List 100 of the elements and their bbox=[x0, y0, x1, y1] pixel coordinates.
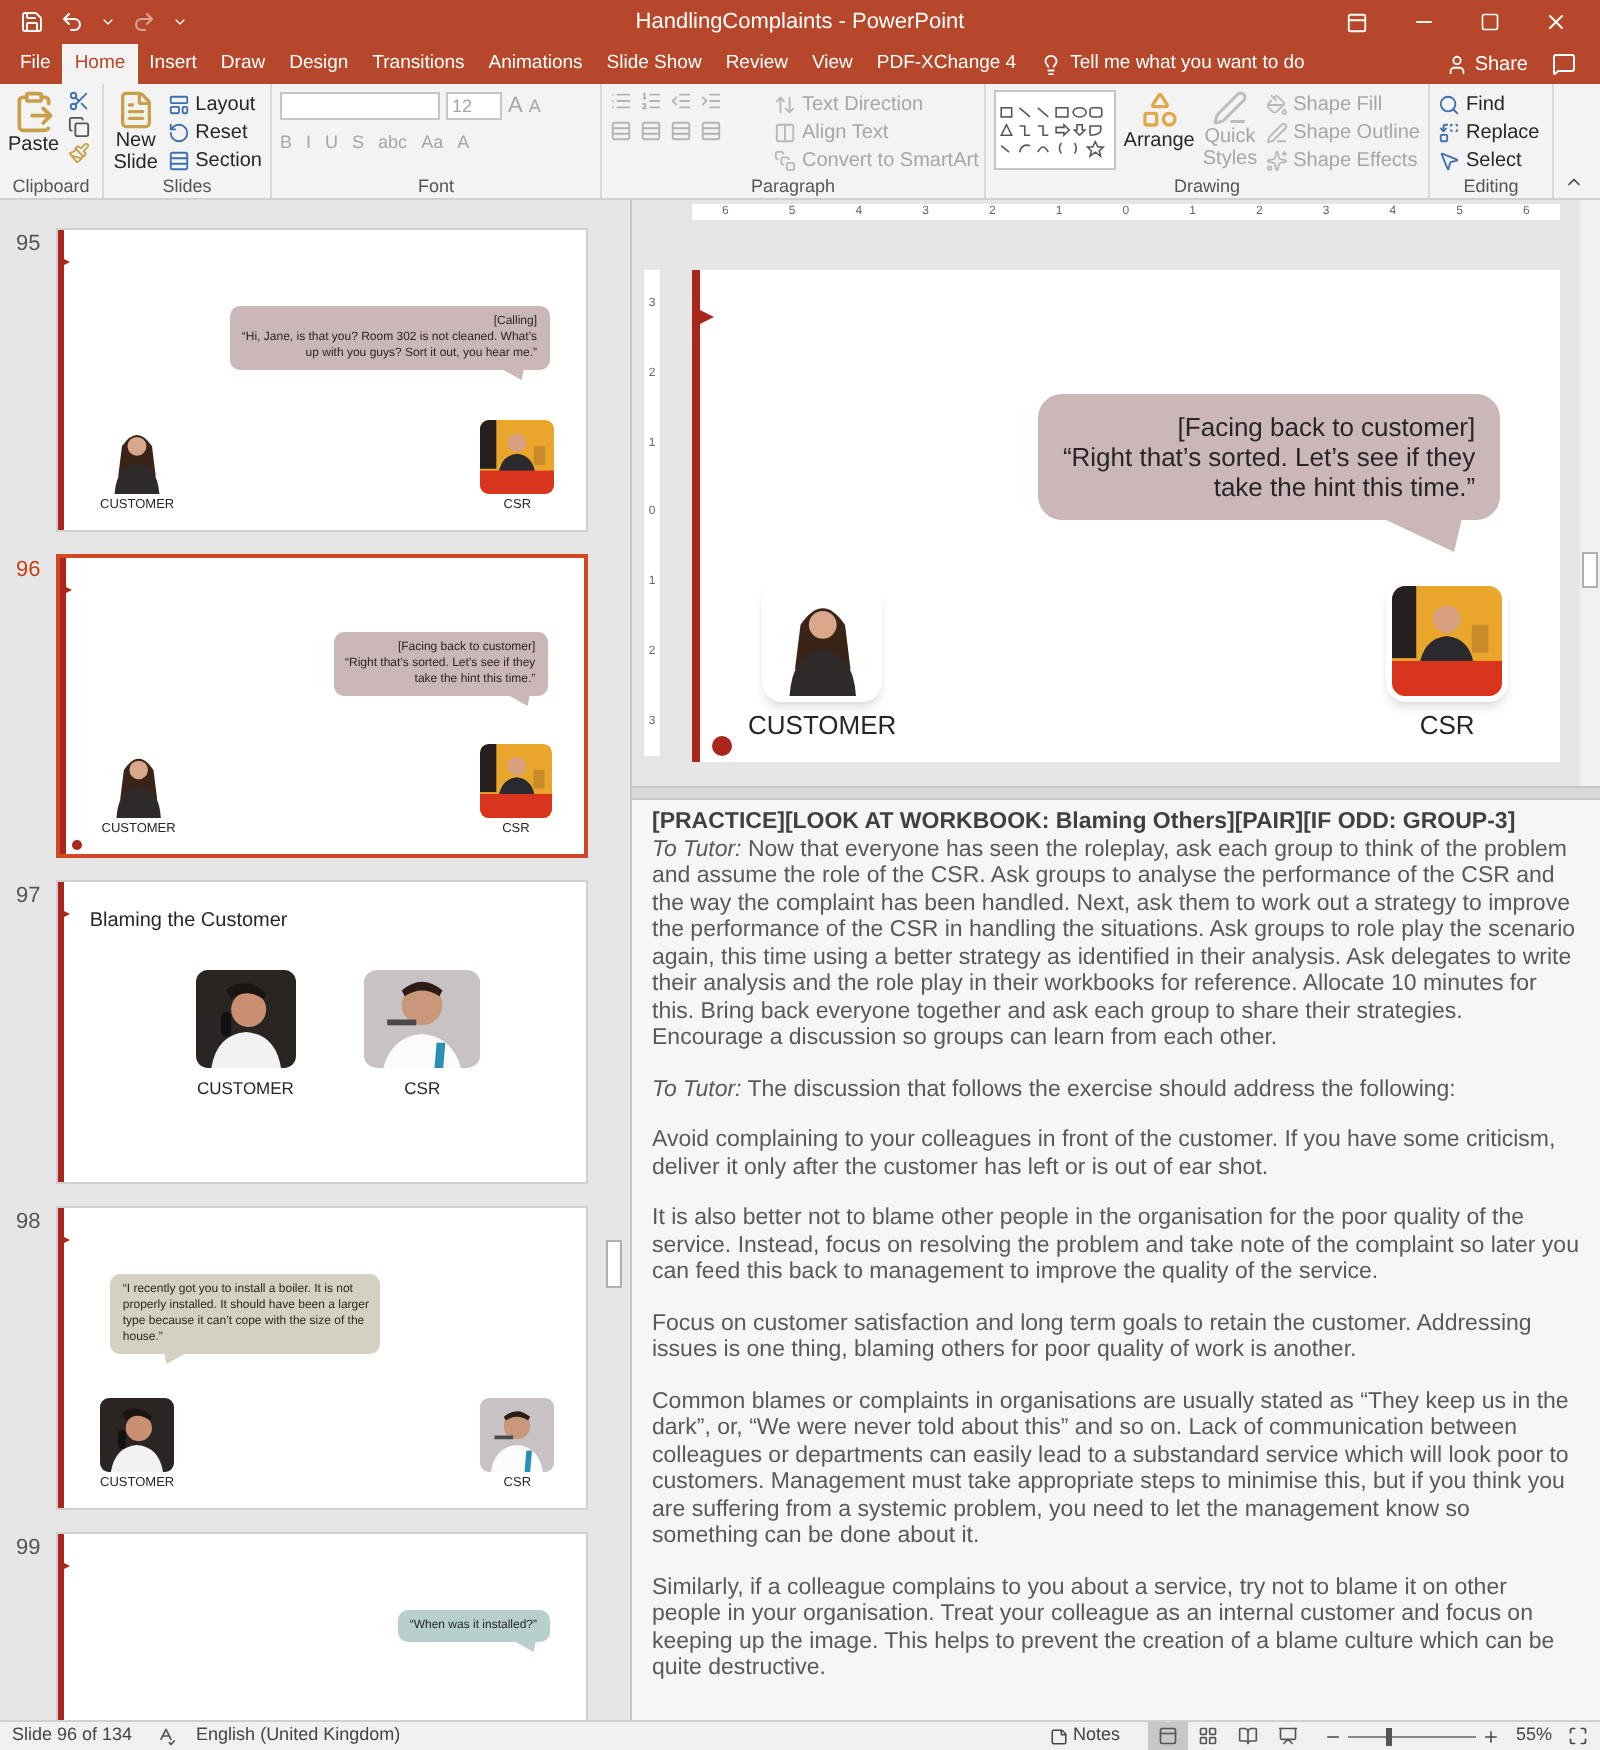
scrollbar-thumb[interactable] bbox=[606, 1240, 623, 1288]
arrange-icon bbox=[1139, 90, 1180, 130]
ribbon-tab[interactable]: Draw bbox=[208, 44, 278, 84]
window-title: HandlingComplaints - PowerPoint bbox=[633, 7, 967, 38]
tell-me-field[interactable]: Tell me what you want to do bbox=[1070, 49, 1371, 79]
share-button[interactable]: Share bbox=[1446, 44, 1528, 84]
ribbon-tab[interactable]: Transitions bbox=[360, 44, 477, 84]
person-icon bbox=[1446, 53, 1469, 75]
bubble-tail bbox=[499, 367, 524, 379]
notes-paragraph: Focus on customer satisfaction and long term goals to retain the customer. Addressing issues is one thing, blaming others for poor quality of work is another. bbox=[652, 1311, 1534, 1365]
ribbon-item-icon bbox=[167, 93, 190, 115]
lightbulb-icon bbox=[1040, 53, 1063, 75]
ribbon-item-icon bbox=[774, 121, 796, 143]
save-icon[interactable] bbox=[20, 10, 44, 34]
ribbon-button[interactable]: Replace bbox=[1438, 118, 1540, 146]
comments-icon[interactable] bbox=[1552, 52, 1576, 76]
zoom-thumb[interactable] bbox=[1386, 1727, 1393, 1745]
reading-view-icon bbox=[1237, 1726, 1258, 1746]
notes-icon bbox=[1050, 1727, 1069, 1745]
zoom-level: 55% bbox=[1515, 1722, 1552, 1749]
notes-paragraph: To Tutor: The discussion that follows the exercise should address the following: bbox=[652, 1077, 1458, 1104]
fit-slide-icon[interactable] bbox=[1568, 1726, 1588, 1746]
new-slide-button[interactable]: New Slide bbox=[112, 90, 160, 174]
shape-gallery-drawing[interactable] bbox=[994, 90, 1116, 170]
caret-icon[interactable] bbox=[100, 14, 116, 30]
spell-check-icon[interactable] bbox=[156, 1726, 177, 1746]
undo-icon[interactable] bbox=[60, 10, 84, 34]
slide-number: 97 bbox=[14, 882, 43, 912]
copy-icon[interactable] bbox=[67, 116, 90, 138]
accent-arrow-icon bbox=[698, 308, 714, 326]
ribbon-item-icon bbox=[1265, 149, 1288, 171]
normal-view-icon bbox=[1157, 1726, 1178, 1746]
customize-caret-icon[interactable] bbox=[172, 14, 188, 30]
slide-number: 98 bbox=[14, 1208, 43, 1238]
ribbon-button[interactable]: Reset bbox=[167, 118, 262, 146]
character-label: CUSTOMER bbox=[194, 1080, 296, 1097]
ribbon-tab[interactable]: Design bbox=[277, 44, 361, 84]
notes-paragraph: Similarly, if a colleague complains to you about a service, try not to blame it on other people in your organisation. Treat your colleague as an internal customer and focus on keeping up the image. This helps to prevent the creation of a blame culture which can be quite destructive. bbox=[652, 1575, 1557, 1683]
new-slide-icon bbox=[115, 90, 156, 130]
ribbon-tab[interactable]: File bbox=[8, 44, 63, 84]
language-label: English (United Kingdom) bbox=[196, 1722, 401, 1749]
ribbon-tab[interactable]: Animations bbox=[476, 44, 595, 84]
group-label: Drawing bbox=[1171, 174, 1242, 198]
notes-paragraph: Common blames or complaints in organisations are usually stated as “They keep us in the dark”, or, “We were never told about this” and so on. Lack of communication between colleagues or departments can easily lead to a substandard service which will look poor to customers. Management must take appropriate steps to minimise this, but if you think you are suffering from a systemic problem, you need to let the management know so something can be done about it. bbox=[652, 1389, 1571, 1551]
notes-paragraph: Avoid complaining to your colleagues in front of the customer. If you have some criticism, deliver it only after the customer has left or is out of ear shot. bbox=[652, 1128, 1558, 1182]
slideshow-view-icon bbox=[1277, 1726, 1298, 1746]
ribbon-item-icon bbox=[167, 121, 190, 143]
cut-icon[interactable] bbox=[67, 90, 90, 112]
notes-paragraph: It is also better not to blame other people in the organisation for the poor quality of the service. Instead, focus on resolving the problem and take note of the complaint so later you can feed this back to management to improve the quality of the service. bbox=[652, 1206, 1580, 1287]
ribbon-tab[interactable]: Home bbox=[62, 44, 138, 84]
ribbon-item-icon bbox=[1265, 121, 1288, 143]
group-label: Slides bbox=[160, 174, 214, 198]
slide-number: 96 bbox=[14, 556, 43, 586]
ribbon-item-icon bbox=[774, 93, 796, 115]
slide-title: Blaming the Customer bbox=[89, 908, 288, 936]
accent-arrow-icon bbox=[62, 1234, 70, 1246]
group-label: Font bbox=[415, 174, 456, 198]
ribbon-tab[interactable]: Insert bbox=[137, 44, 209, 84]
ribbon-button[interactable]: Find bbox=[1438, 90, 1540, 118]
notes-button[interactable]: Notes bbox=[1050, 1722, 1120, 1750]
slide-thumbnail[interactable]: Blaming the Customer CUSTOMER CSR bbox=[56, 880, 588, 1184]
bubble-tail bbox=[506, 694, 531, 706]
view-button[interactable] bbox=[1147, 1722, 1188, 1750]
ribbon-item-icon bbox=[1438, 121, 1460, 143]
accent-arrow-icon bbox=[62, 256, 70, 268]
accent-arrow-icon bbox=[64, 584, 72, 596]
ribbon-item-icon bbox=[1438, 93, 1460, 115]
ribbon-tab[interactable]: Slide Show bbox=[594, 44, 714, 84]
bubble-tail bbox=[164, 1352, 189, 1364]
ribbon-tab[interactable]: View bbox=[799, 44, 865, 84]
group-label: Paragraph bbox=[748, 174, 838, 198]
sorter-view-icon bbox=[1197, 1726, 1218, 1746]
ribbon-button[interactable]: Section bbox=[167, 146, 262, 174]
bubble-tail bbox=[1382, 517, 1463, 551]
paste-button[interactable]: Paste bbox=[8, 90, 60, 156]
maximize-icon[interactable] bbox=[1480, 12, 1500, 32]
group-label: Clipboard bbox=[10, 174, 92, 198]
group-label: Editing bbox=[1461, 174, 1521, 198]
character-label: CUSTOMER bbox=[746, 712, 899, 739]
ribbon-item-icon bbox=[1438, 149, 1460, 171]
character-label: CSR bbox=[1417, 712, 1477, 739]
accent-arrow-icon bbox=[62, 1560, 70, 1572]
ribbon-button[interactable]: Layout bbox=[167, 90, 262, 118]
ribbon-item-icon bbox=[1265, 93, 1288, 115]
accent-arrow-icon bbox=[62, 908, 70, 920]
scrollbar-thumb[interactable] bbox=[1582, 552, 1598, 588]
notes-paragraph: To Tutor: Now that everyone has seen the roleplay, ask each group to think of the problem and assume the role of the CSR. Ask groups to analyse the performance of the CSR and the way the complaint has been handled. Next, ask them to work out a strategy to improve the performance of the CSR in handling the situations. Ask groups to role play the scenario again, this time using a better strategy as identified in their analysis. Ask delegates to write their analysis and the role play in their workbooks for reference. Allocate 10 minutes for this. Bring back everyone together and ask each group to share their strategies. Encourage a discussion so groups can learn from each other. bbox=[652, 837, 1578, 1053]
notes-heading: [PRACTICE][LOOK AT WORKBOOK: Blaming Others][PAIR][IF ODD: GROUP-3] bbox=[652, 810, 1518, 837]
bubble-tail bbox=[512, 1639, 537, 1651]
arrange-button[interactable]: Arrange bbox=[1123, 90, 1195, 152]
ribbon-options-icon[interactable] bbox=[1346, 11, 1368, 33]
ribbon-tab[interactable]: Review bbox=[713, 44, 800, 84]
ribbon-item-icon bbox=[774, 149, 796, 171]
slide-number: 99 bbox=[14, 1534, 43, 1564]
close-icon[interactable] bbox=[1544, 10, 1568, 34]
zoom-in-icon[interactable] bbox=[1481, 1727, 1500, 1745]
quick-styles-icon bbox=[1211, 90, 1248, 126]
character-label: CSR bbox=[402, 1080, 443, 1097]
ribbon-tab[interactable]: PDF-XChange 4 bbox=[864, 44, 1029, 84]
ribbon-button[interactable]: Select bbox=[1438, 146, 1540, 174]
